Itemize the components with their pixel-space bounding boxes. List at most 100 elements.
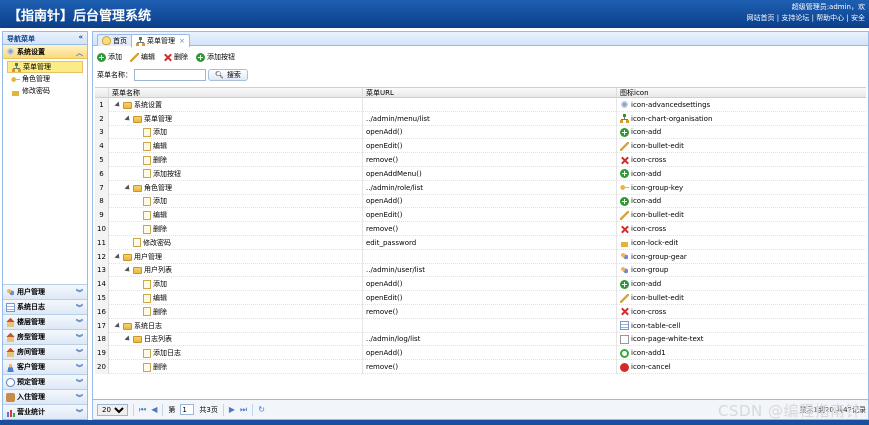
nav-section-logs[interactable]: 系统日志 ︾ bbox=[3, 299, 87, 314]
expand-toggle-icon[interactable] bbox=[114, 253, 122, 261]
menu-name: 删除 bbox=[153, 363, 167, 372]
table-row[interactable]: 10 删除 remove() icon-cross bbox=[95, 222, 866, 236]
app-header: 【指南针】后台管理系统 超级管理员:admin，欢 网站首页 | 支持论坛 | … bbox=[0, 0, 869, 28]
nav-section-users[interactable]: 用户管理 ︾ bbox=[3, 284, 87, 299]
table-row[interactable]: 20 删除 remove() icon-cancel bbox=[95, 360, 866, 374]
menu-name: 日志列表 bbox=[144, 335, 172, 344]
table-row[interactable]: 1 系统设置 icon-advancedsettings bbox=[95, 98, 866, 112]
row-number: 7 bbox=[95, 180, 109, 195]
nav-item-change-password[interactable]: 修改密码 bbox=[7, 85, 83, 97]
search-input[interactable] bbox=[134, 69, 206, 81]
row-number: 19 bbox=[95, 346, 109, 361]
search-button[interactable]: 🔍︎ 搜索 bbox=[208, 69, 248, 81]
expand-toggle-icon[interactable] bbox=[114, 322, 122, 330]
close-icon[interactable]: × bbox=[179, 37, 185, 45]
expand-toggle-icon[interactable] bbox=[124, 115, 132, 123]
tab-menu-manage[interactable]: 菜单管理 × bbox=[131, 34, 190, 47]
header-link-forum[interactable]: 支持论坛 bbox=[781, 14, 809, 22]
header-icon[interactable]: 图标icon bbox=[617, 88, 866, 98]
first-page-icon[interactable]: ⏮ bbox=[139, 405, 146, 415]
nav-title: 导航菜单 bbox=[7, 35, 35, 43]
table-row[interactable]: 9 编辑 openEdit() icon-bullet-edit bbox=[95, 208, 866, 223]
menu-url-cell: openAdd() bbox=[363, 277, 617, 292]
nav-section-room-types[interactable]: 房型管理 ︾ bbox=[3, 329, 87, 344]
cross-icon bbox=[620, 307, 629, 316]
nav-section-bookings[interactable]: 预定管理 ︾ bbox=[3, 374, 87, 389]
tab-label: 菜单管理 bbox=[147, 37, 175, 45]
page-number-input[interactable] bbox=[180, 404, 195, 415]
icon-class-name: icon-add bbox=[631, 169, 662, 178]
page-size-select[interactable]: 20 bbox=[97, 403, 128, 416]
icon-class-name: icon-bullet-edit bbox=[631, 142, 684, 151]
table-row[interactable]: 4 编辑 openEdit() icon-bullet-edit bbox=[95, 139, 866, 154]
menu-name-cell: 角色管理 bbox=[109, 180, 363, 195]
table-row[interactable]: 14 添加 openAdd() icon-add bbox=[95, 277, 866, 292]
menu-name-cell: 添加 bbox=[109, 194, 363, 209]
header-link-help[interactable]: 帮助中心 bbox=[816, 14, 844, 22]
collapse-left-icon[interactable]: « bbox=[78, 33, 83, 41]
menu-name-cell: 修改密码 bbox=[109, 235, 363, 250]
add-button[interactable]: 添加 bbox=[97, 52, 122, 62]
table-row[interactable]: 19 添加日志 openAdd() icon-add1 bbox=[95, 346, 866, 361]
header-link-home[interactable]: 网站首页 bbox=[747, 14, 775, 22]
nav-item-role-manage[interactable]: 角色管理 bbox=[7, 73, 83, 85]
table-row[interactable]: 7 角色管理 ../admin/role/list icon-group-key bbox=[95, 180, 866, 195]
table-row[interactable]: 2 菜单管理 ../admin/menu/list icon-chart-organi… bbox=[95, 111, 866, 126]
group-icon bbox=[620, 265, 629, 275]
delete-button[interactable]: 删除 bbox=[163, 52, 188, 62]
expand-toggle-icon[interactable] bbox=[114, 101, 122, 109]
lock-edit-icon bbox=[11, 86, 20, 96]
expand-toggle-icon[interactable] bbox=[124, 335, 132, 343]
nav-section-rooms[interactable]: 房间管理 ︾ bbox=[3, 344, 87, 359]
table-row[interactable]: 6 添加按钮 openAddMenu() icon-add bbox=[95, 166, 866, 181]
menu-url-cell: openAdd() bbox=[363, 194, 617, 209]
nav-section-customers[interactable]: 客户管理 ︾ bbox=[3, 359, 87, 374]
header-link-security[interactable]: 安全 bbox=[851, 14, 865, 22]
expand-toggle-icon[interactable] bbox=[124, 184, 132, 192]
nav-section-checkin[interactable]: 入住管理 ︾ bbox=[3, 389, 87, 404]
header-menu-url[interactable]: 菜单URL bbox=[363, 88, 617, 98]
table-row[interactable]: 18 日志列表 ../admin/log/list icon-page-white-t… bbox=[95, 332, 866, 347]
nav-section-stats[interactable]: 营业统计 ︾ bbox=[3, 404, 87, 419]
icon-class-name: icon-advancedsettings bbox=[631, 100, 711, 109]
header-menu-name[interactable]: 菜单名称 bbox=[109, 88, 363, 98]
row-number: 12 bbox=[95, 249, 109, 264]
file-icon bbox=[143, 127, 151, 137]
add-menu-button[interactable]: 添加按钮 bbox=[196, 52, 235, 62]
nav-section-system-settings[interactable]: 系统设置 ︿ bbox=[3, 45, 87, 59]
add-icon bbox=[97, 52, 106, 62]
table-row[interactable]: 15 编辑 openEdit() icon-bullet-edit bbox=[95, 291, 866, 305]
menu-name: 编辑 bbox=[153, 211, 167, 220]
edit-button[interactable]: 编辑 bbox=[130, 52, 155, 62]
prev-page-icon[interactable]: ◀ bbox=[151, 405, 157, 414]
menu-name: 菜单管理 bbox=[144, 114, 172, 123]
table-row[interactable]: 11 修改密码 edit_password icon-lock-edit bbox=[95, 235, 866, 250]
last-page-icon[interactable]: ⏭ bbox=[240, 405, 247, 415]
table-row[interactable]: 16 删除 remove() icon-cross bbox=[95, 304, 866, 319]
group-gear-icon bbox=[620, 252, 629, 262]
org-chart-icon bbox=[136, 36, 145, 46]
table-row[interactable]: 12 用户管理 icon-group-gear bbox=[95, 249, 866, 264]
folder-icon bbox=[123, 101, 132, 109]
table-row[interactable]: 13 用户列表 ../admin/user/list icon-group bbox=[95, 263, 866, 278]
file-icon bbox=[143, 196, 151, 206]
menu-name: 编辑 bbox=[153, 294, 167, 303]
table-row[interactable]: 3 添加 openAdd() icon-add bbox=[95, 125, 866, 140]
table-row[interactable]: 17 系统日志 icon-table-cell bbox=[95, 318, 866, 333]
table-row[interactable]: 5 删除 remove() icon-cross bbox=[95, 153, 866, 167]
menu-url-cell: ../admin/log/list bbox=[363, 332, 617, 347]
nav-item-menu-manage[interactable]: 菜单管理 bbox=[7, 61, 83, 73]
table-row[interactable]: 8 添加 openAdd() icon-add bbox=[95, 194, 866, 209]
nav-section-floors[interactable]: 楼层管理 ︾ bbox=[3, 314, 87, 329]
refresh-icon[interactable]: ↻ bbox=[258, 405, 265, 414]
menu-name: 删除 bbox=[153, 225, 167, 234]
next-page-icon[interactable]: ▶ bbox=[229, 405, 235, 414]
add-icon bbox=[620, 127, 629, 137]
tab-home[interactable]: 首页 bbox=[97, 34, 132, 46]
nav-section-label: 系统日志 bbox=[17, 303, 45, 311]
expand-toggle-icon[interactable] bbox=[124, 266, 132, 274]
menu-url-cell: openEdit() bbox=[363, 139, 617, 154]
add-menu-label: 添加按钮 bbox=[207, 53, 235, 61]
menu-name: 编辑 bbox=[153, 142, 167, 151]
menu-icon-cell: icon-add bbox=[617, 195, 866, 209]
